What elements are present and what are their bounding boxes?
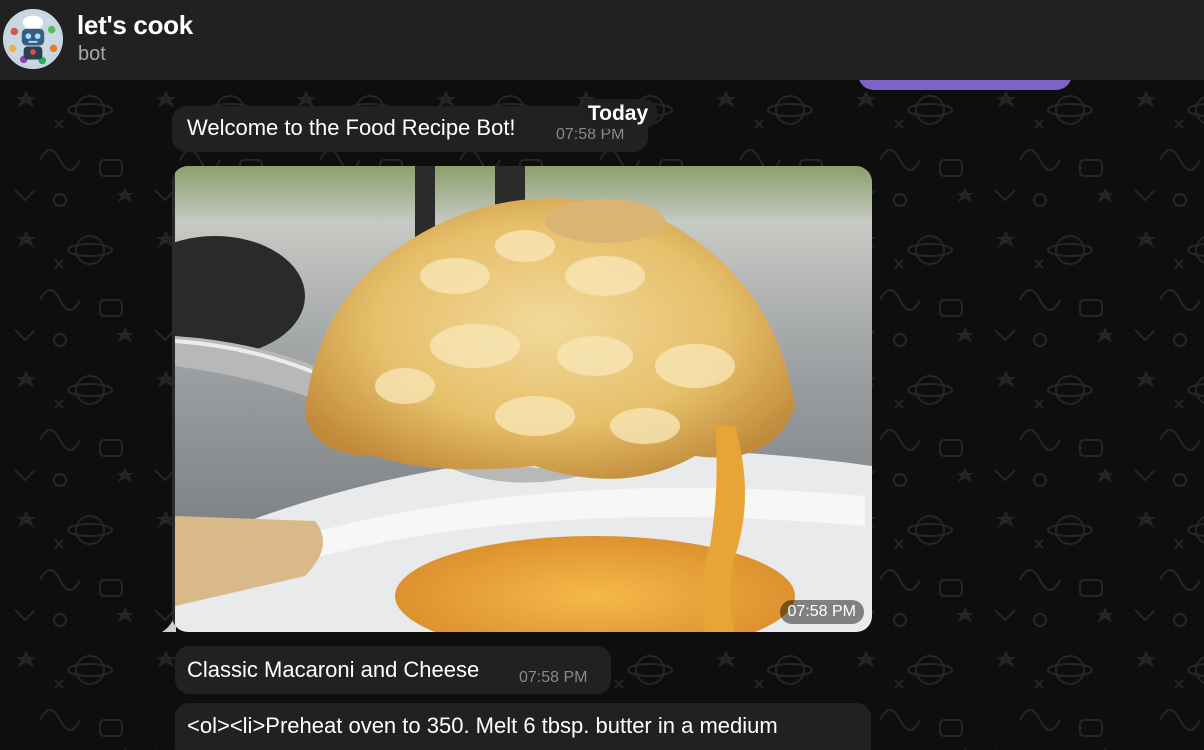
message-text: <ol><li>Preheat oven to 350. Melt 6 tbsp… bbox=[187, 713, 778, 738]
date-separator: Today bbox=[578, 99, 658, 129]
mac-and-cheese-photo-icon bbox=[175, 166, 872, 632]
message-text: Welcome to the Food Recipe Bot! bbox=[187, 115, 516, 140]
chat-header[interactable]: let's cook bot bbox=[0, 0, 1204, 80]
message-time: 07:58 PM bbox=[519, 669, 588, 686]
message-photo[interactable]: 07:58 PM bbox=[172, 166, 872, 632]
message-bubble-welcome[interactable]: Welcome to the Food Recipe Bot! 07:58 PM bbox=[172, 106, 648, 152]
chef-robot-icon bbox=[5, 11, 61, 67]
message-text: Classic Macaroni and Cheese bbox=[187, 657, 480, 682]
bot-avatar[interactable] bbox=[3, 9, 63, 69]
chat-title: let's cook bbox=[77, 10, 193, 40]
photo-time: 07:58 PM bbox=[779, 600, 864, 624]
chat-subtitle: bot bbox=[78, 43, 106, 65]
message-bubble-instructions[interactable]: <ol><li>Preheat oven to 350. Melt 6 tbsp… bbox=[175, 703, 871, 750]
message-bubble-recipe-title[interactable]: Classic Macaroni and Cheese 07:58 PM bbox=[175, 646, 611, 694]
